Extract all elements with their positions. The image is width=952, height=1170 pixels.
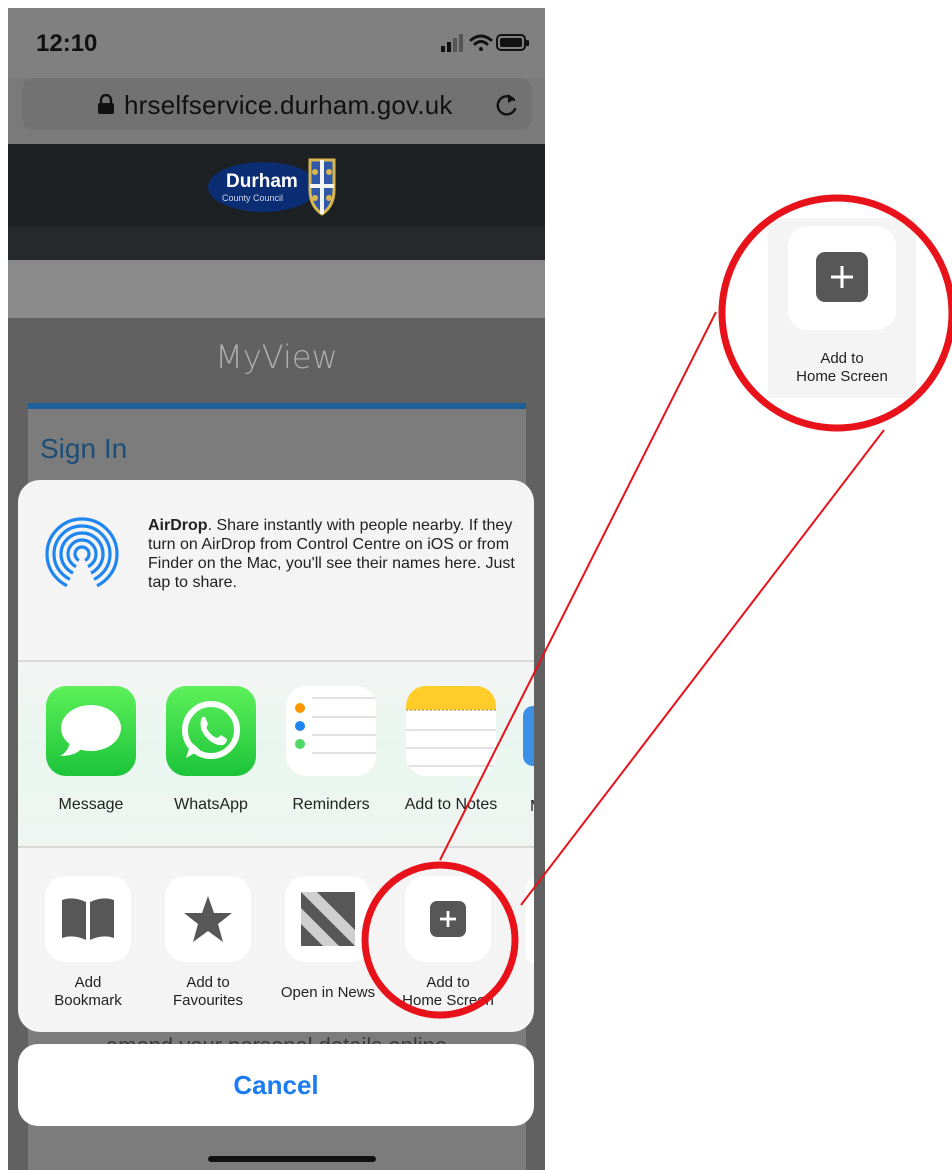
callout-tile [788,226,896,330]
share-app-message[interactable]: Message [36,686,146,814]
airdrop-icon [45,517,119,592]
plus-square-icon [816,252,868,302]
action-add-favourites[interactable]: Add to Favourites [148,876,268,1010]
plus-square-icon [430,901,466,937]
action-label-line1: Add to [186,974,230,991]
address-bar[interactable]: hrselfservice.durham.gov.uk [22,78,532,130]
whatsapp-icon [166,686,256,776]
share-actions-row: Add Bookmark Add to Favourites Open in N… [18,848,534,1032]
wifi-icon [469,34,493,51]
news-icon [301,892,355,946]
status-icons [441,34,529,52]
callout-label-line2: Home Screen [796,368,888,385]
action-label-line1: Open in News [280,984,376,1001]
callout-connector-line [520,429,885,906]
action-label: Add to Favourites [148,974,268,1010]
action-tile [405,876,491,962]
star-icon [184,896,232,942]
callout-zoom-panel: Add to Home Screen [768,218,916,398]
action-label-line1: Add to [426,974,470,991]
battery-icon [496,34,529,51]
share-app-label: Add to Notes [404,796,498,813]
phone-screen: 12:10 hrselfservice.durham.gov.uk Durham… [8,8,545,1170]
header-strip [8,226,545,260]
action-tile [285,876,371,962]
page-band [8,260,545,318]
action-label: Add Bookmark [28,974,148,1010]
page-title: MyView [215,338,338,376]
status-time: 12:10 [36,30,98,57]
share-app-label: Message [58,796,124,813]
lock-icon [98,94,114,114]
home-indicator[interactable] [208,1156,376,1162]
action-partial-tile[interactable] [526,878,534,964]
logo-subtitle: County Council [222,193,284,203]
reload-icon[interactable] [494,90,520,118]
share-sheet: AirDrop. Share instantly with people nea… [18,480,534,1032]
share-app-whatsapp[interactable]: WhatsApp [156,686,266,814]
airdrop-title: AirDrop [148,517,208,534]
message-icon [46,686,136,776]
status-bar: 12:10 [8,8,545,78]
callout-label: Add to Home Screen [768,350,916,386]
notes-icon [406,686,496,776]
action-tile [45,876,131,962]
action-label: Open in News [268,984,388,1002]
airdrop-section[interactable]: AirDrop. Share instantly with people nea… [18,480,534,660]
share-app-partial-icon[interactable] [523,706,534,766]
action-label: Add to Home Screen [388,974,508,1010]
signal-icon [441,34,463,52]
airdrop-description: AirDrop. Share instantly with people nea… [148,516,518,592]
callout-label-line1: Add to [820,350,864,367]
action-label-line2: Home Screen [402,992,494,1009]
action-tile [165,876,251,962]
reminders-icon [286,686,376,776]
durham-logo[interactable]: Durham County Council [208,156,344,218]
action-label-line2: Favourites [172,992,244,1009]
logo-name: Durham [226,171,298,192]
share-app-notes[interactable]: Add to Notes [396,686,506,814]
action-add-bookmark[interactable]: Add Bookmark [28,876,148,1010]
action-add-to-home-screen[interactable]: Add to Home Screen [388,876,508,1010]
action-label-line1: Add [74,974,102,991]
share-app-label: WhatsApp [174,796,248,813]
cancel-button[interactable]: Cancel [18,1044,534,1126]
share-app-label: Reminders [292,796,370,813]
share-app-reminders[interactable]: Reminders [276,686,386,814]
url-text: hrselfservice.durham.gov.uk [124,90,453,120]
book-icon [62,898,114,940]
signin-heading: Sign In [40,433,128,464]
share-apps-row: Message WhatsApp Reminders Add to Notes [18,662,534,846]
action-open-in-news[interactable]: Open in News [268,876,388,1002]
site-header: Durham County Council [8,144,545,260]
action-label-line2: Bookmark [54,992,122,1009]
share-app-partial-label: M [530,798,534,816]
crest-icon [308,158,336,216]
